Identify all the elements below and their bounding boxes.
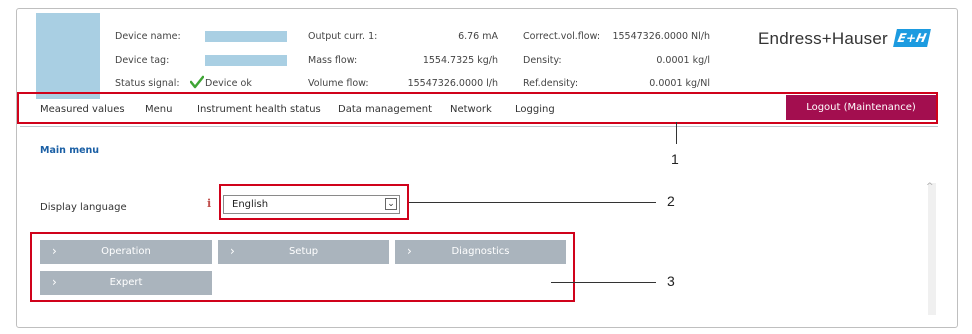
mass-flow-value: 1554.7325 kg/h bbox=[422, 55, 498, 66]
brand-name: Endress+Hauser bbox=[758, 29, 888, 48]
brand-logo-icon: E+H bbox=[893, 29, 931, 47]
callout-1: 1 bbox=[671, 151, 679, 167]
callout-3: 3 bbox=[667, 273, 675, 289]
scroll-up-icon[interactable]: ^ bbox=[926, 182, 934, 192]
callout-2: 2 bbox=[667, 193, 675, 209]
chevron-down-icon[interactable]: ⌄ bbox=[385, 198, 397, 210]
volume-flow-label: Volume flow: bbox=[308, 78, 369, 89]
device-tag-value bbox=[205, 55, 287, 66]
callout-2-line bbox=[409, 202, 656, 203]
tile-setup[interactable]: › Setup bbox=[218, 240, 389, 264]
checkmark-icon bbox=[190, 75, 204, 89]
mass-flow-label: Mass flow: bbox=[308, 55, 358, 66]
device-name-label: Device name: bbox=[115, 31, 181, 42]
ref-density-value: 0.0001 kg/Nl bbox=[649, 78, 710, 89]
tile-setup-label: Setup bbox=[288, 246, 319, 257]
tile-diagnostics[interactable]: › Diagnostics bbox=[395, 240, 566, 264]
nav-item-measured-values[interactable]: Measured values bbox=[40, 104, 125, 115]
correct-vol-flow-label: Correct.vol.flow: bbox=[523, 31, 601, 42]
nav-item-data-management[interactable]: Data management bbox=[338, 104, 432, 115]
callout-1-line bbox=[676, 122, 677, 144]
nav-item-logging[interactable]: Logging bbox=[515, 104, 555, 115]
density-value: 0.0001 kg/l bbox=[656, 55, 710, 66]
nav-item-menu[interactable]: Menu bbox=[145, 104, 172, 115]
device-tag-label: Device tag: bbox=[115, 55, 170, 66]
tile-diagnostics-label: Diagnostics bbox=[451, 246, 510, 257]
status-value: Device ok bbox=[205, 78, 252, 89]
output-curr-value: 6.76 mA bbox=[458, 31, 498, 42]
status-signal-label: Status signal: bbox=[115, 78, 180, 89]
nav-underline bbox=[20, 126, 938, 127]
language-select[interactable]: English ⌄ bbox=[223, 195, 400, 214]
correct-vol-flow-value: 15547326.0000 Nl/h bbox=[612, 31, 710, 42]
language-select-value: English bbox=[232, 199, 269, 210]
scrollbar[interactable] bbox=[928, 183, 936, 315]
page-title: Main menu bbox=[40, 145, 100, 156]
info-icon[interactable]: i bbox=[207, 197, 211, 210]
tile-expert-label: Expert bbox=[109, 277, 143, 288]
logout-button[interactable]: Logout (Maintenance) bbox=[786, 95, 936, 120]
callout-3-line bbox=[551, 282, 656, 283]
tile-operation-label: Operation bbox=[101, 246, 151, 257]
output-curr-label: Output curr. 1: bbox=[308, 31, 378, 42]
volume-flow-value: 15547326.0000 l/h bbox=[407, 78, 498, 89]
nav-item-network[interactable]: Network bbox=[450, 104, 492, 115]
nav-item-instrument-health[interactable]: Instrument health status bbox=[197, 104, 321, 115]
tile-operation[interactable]: › Operation bbox=[40, 240, 212, 264]
density-label: Density: bbox=[523, 55, 562, 66]
ref-density-label: Ref.density: bbox=[523, 78, 579, 89]
display-language-label: Display language bbox=[40, 202, 127, 213]
tile-expert[interactable]: › Expert bbox=[40, 271, 212, 295]
device-image-placeholder bbox=[36, 13, 100, 99]
device-name-value bbox=[205, 31, 287, 42]
